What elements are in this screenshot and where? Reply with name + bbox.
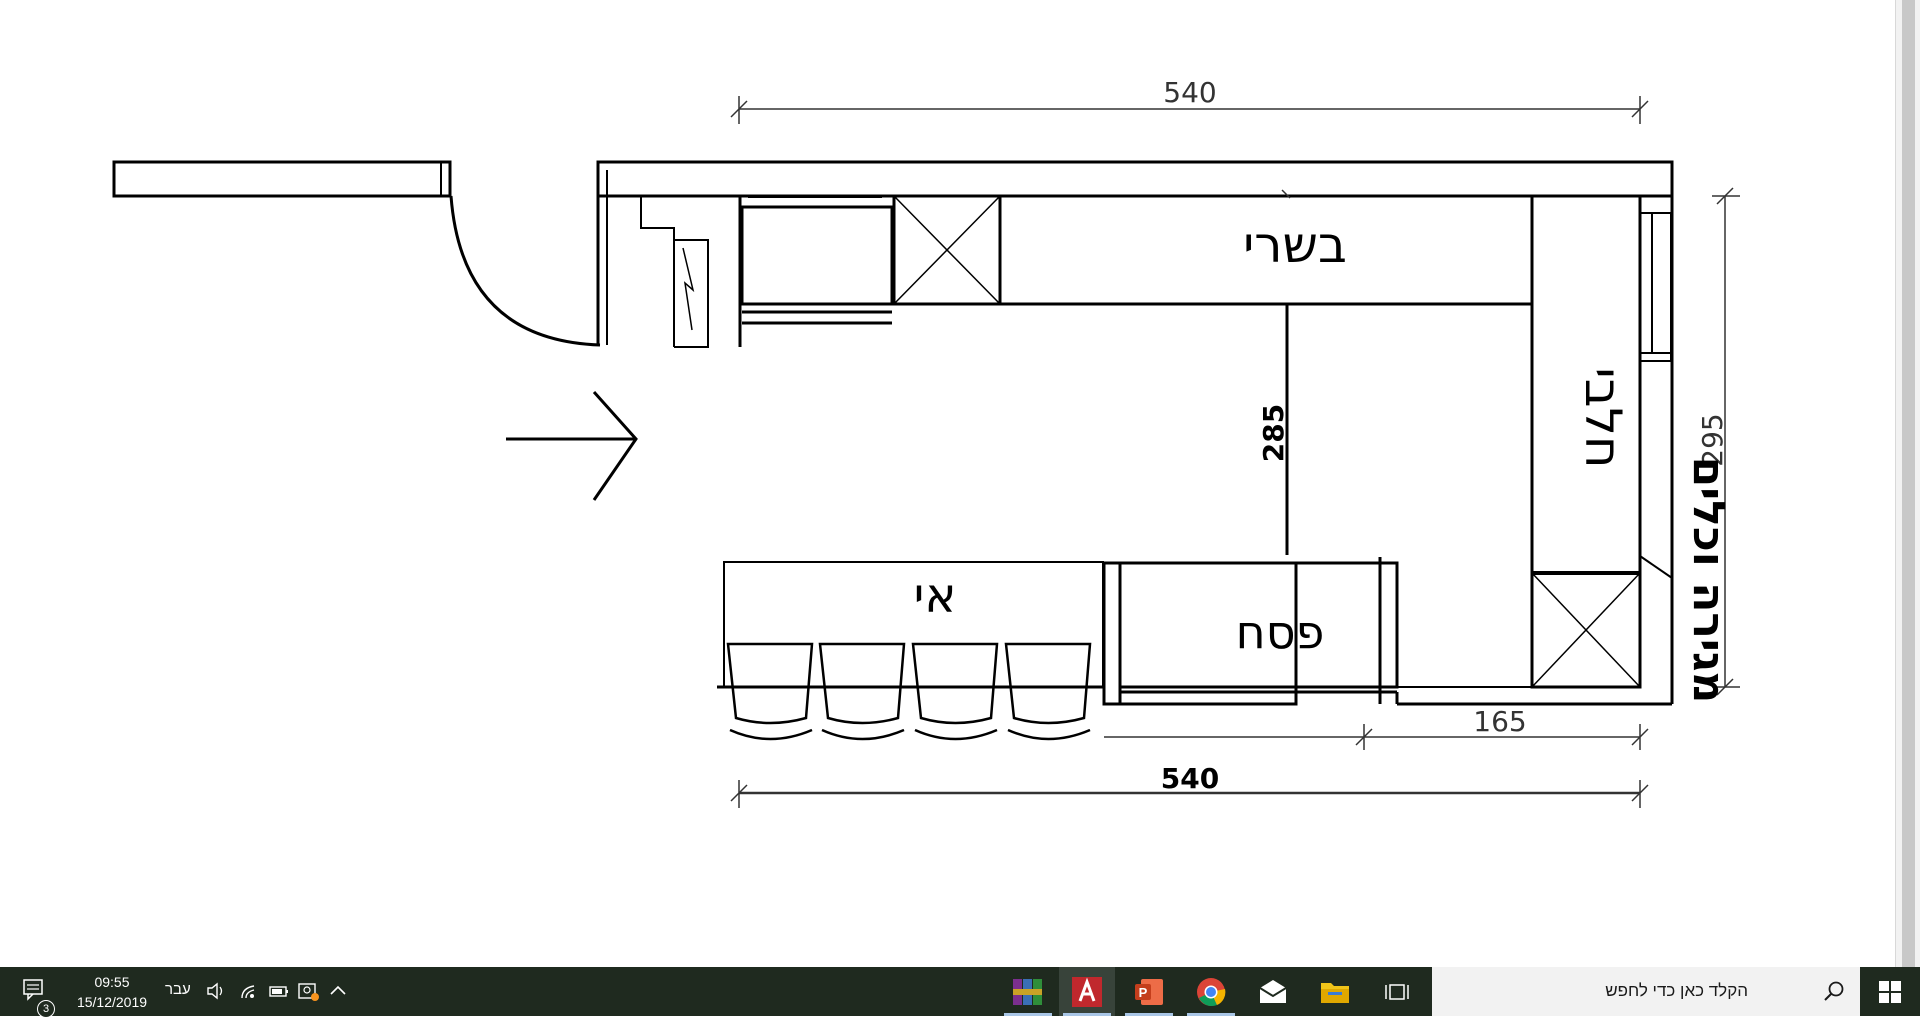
battery-icon[interactable] — [268, 980, 290, 1002]
stool-3-arc — [914, 728, 998, 741]
winrar-app[interactable] — [1000, 967, 1056, 1016]
island-label: אי — [914, 568, 957, 624]
passover-label: פסח — [1236, 605, 1325, 659]
chrome-app[interactable] — [1183, 967, 1239, 1016]
entrance-arrow — [506, 391, 638, 501]
powerpoint-app[interactable]: P — [1121, 967, 1177, 1016]
electric-symbol — [682, 247, 695, 331]
right-side-label: מגירה וכלים — [1683, 457, 1734, 704]
volume-icon[interactable] — [205, 980, 227, 1002]
oven — [740, 205, 894, 306]
search-icon — [1824, 981, 1844, 1001]
chrome-icon — [1197, 977, 1226, 1006]
left-wall — [112, 160, 452, 198]
winrar-icon — [1013, 978, 1042, 1005]
action-center-button[interactable]: 3 — [16, 976, 55, 1018]
stool-4-arc — [1007, 728, 1091, 741]
task-view-button[interactable] — [1369, 967, 1425, 1016]
dim-small-text: 165 — [1473, 705, 1526, 738]
stool-3 — [911, 642, 999, 725]
stool-2 — [818, 642, 906, 725]
autocad-icon — [1072, 976, 1102, 1007]
stools — [726, 642, 1092, 741]
svg-text:P: P — [1139, 985, 1148, 1000]
meet-now-icon[interactable] — [297, 980, 319, 1002]
top-wall — [596, 160, 1674, 198]
autocad-app[interactable] — [1059, 967, 1115, 1016]
search-box[interactable]: הקלד כאן כדי לחפש — [1432, 967, 1860, 1016]
powerpoint-icon: P — [1135, 978, 1163, 1005]
clock[interactable]: 09:55 15/12/2019 — [70, 972, 154, 1012]
dim-bottom-text: 540 — [1161, 762, 1219, 795]
meat-label: בשרי — [1243, 216, 1347, 274]
vertical-scrollbar[interactable] — [1895, 0, 1920, 967]
mail-app[interactable] — [1245, 967, 1301, 1016]
language-indicator[interactable]: עבר — [165, 981, 191, 998]
drawing-canvas[interactable]: 540 540 165 295 285 בשרי חלבי פסח אי מגי… — [0, 0, 1920, 967]
folder-icon — [1321, 982, 1349, 1003]
wifi-icon[interactable] — [238, 980, 260, 1002]
clock-date: 15/12/2019 — [76, 994, 148, 1010]
clock-time: 09:55 — [94, 974, 130, 990]
windows-taskbar: 3 09:55 15/12/2019 עבר P הקלד כאן כדי לח… — [0, 967, 1920, 1018]
dim-top-text: 540 — [1163, 76, 1216, 109]
file-explorer-app[interactable] — [1307, 967, 1363, 1016]
scrollbar-thumb[interactable] — [1902, 0, 1915, 967]
mail-icon — [1259, 979, 1287, 1003]
stool-1-arc — [729, 728, 813, 741]
windows-logo-icon — [1879, 980, 1901, 1003]
door-swing — [449, 195, 601, 347]
stool-2-arc — [821, 728, 905, 741]
diagonal-mark — [1639, 555, 1673, 579]
window-strip — [1639, 212, 1672, 362]
start-button[interactable] — [1860, 967, 1920, 1016]
task-view-icon — [1385, 983, 1409, 1000]
notification-count-badge: 3 — [37, 1000, 55, 1018]
chevron-up-icon[interactable] — [327, 980, 349, 1002]
stool-4 — [1004, 642, 1092, 725]
floor-plan: 540 540 165 295 285 בשרי חלבי פסח אי מגי… — [112, 76, 1740, 808]
dairy-label: חלבי — [1574, 367, 1632, 468]
stool-1 — [726, 642, 814, 725]
search-placeholder: הקלד כאן כדי לחפש — [1605, 981, 1748, 1000]
dim-inner-text: 285 — [1257, 404, 1290, 462]
